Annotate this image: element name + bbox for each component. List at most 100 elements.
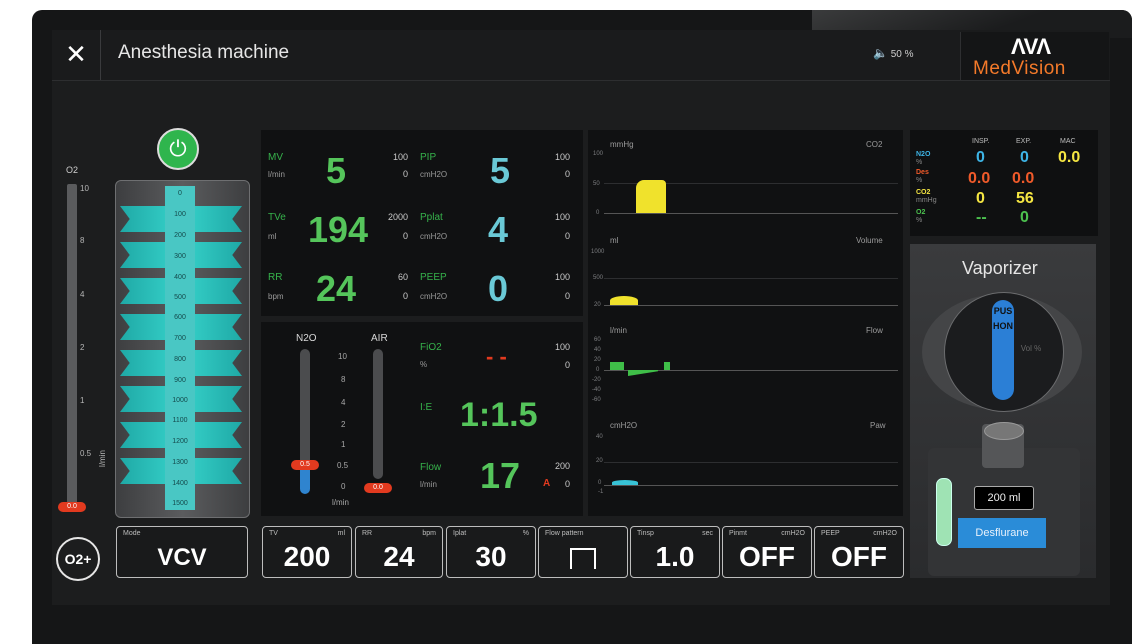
setting-iplat[interactable]: Iplat % 30 (446, 526, 536, 578)
setting-tinsp[interactable]: Tinsp sec 1.0 (630, 526, 720, 578)
fio2-value: - - (486, 344, 507, 369)
setting-flow-pattern[interactable]: Flow pattern (538, 526, 628, 578)
bellows-tick: 300 (174, 253, 186, 260)
page-title: Anesthesia machine (118, 42, 290, 63)
peep-high: 100 (554, 272, 570, 282)
setting-tv[interactable]: TV ml 200 (262, 526, 352, 578)
setting-mode[interactable]: Mode VCV (116, 526, 248, 578)
bellows-tick: 400 (174, 274, 186, 281)
pplat-low: 0 (564, 231, 570, 241)
paw-tick: 40 (596, 434, 603, 440)
volume-tick: 20 (594, 302, 601, 308)
flow-alarm-icon: A (543, 478, 551, 489)
mv-value: 5 (326, 150, 347, 191)
setting-peep[interactable]: PEEP cmH2O OFF (814, 526, 904, 578)
flow-wave-tick: 60 (594, 337, 601, 343)
o2-flow-slider[interactable] (67, 184, 77, 506)
push-on-button[interactable]: PUSHON (992, 300, 1014, 400)
setting-pinmt[interactable]: Pinmt cmH2O OFF (722, 526, 812, 578)
flow-wave-tick: -60 (592, 397, 601, 403)
bellows-tick: 0 (178, 190, 182, 197)
close-button[interactable]: ✕ (52, 30, 101, 80)
flow-wave-tick: -20 (592, 377, 601, 383)
setting-value: VCV (157, 544, 207, 571)
pplat-label: Pplat (420, 212, 443, 223)
bellows-tick: 700 (174, 335, 186, 342)
pip-label: PIP (420, 152, 437, 163)
volume-tick: 1000 (591, 249, 605, 255)
power-icon: ⏻ (169, 136, 187, 161)
bellows-tick: 100 (174, 211, 186, 218)
flow-wave-title: Flow (866, 326, 883, 335)
fio2-unit: % (420, 360, 428, 369)
paw-baseline (604, 485, 898, 486)
gas-header-mac: MAC (1060, 138, 1076, 145)
pplat-high: 100 (554, 212, 570, 222)
o2-flush-button[interactable]: O2+ (56, 537, 100, 581)
logo-text: MedVision (973, 58, 1066, 79)
o2-tick: 0.5 (80, 449, 92, 458)
bellows-tick: 1000 (172, 397, 188, 404)
tve-low: 0 (402, 231, 408, 241)
peep-low: 0 (564, 291, 570, 301)
bellows-tick: 800 (174, 356, 186, 363)
pip-high: 100 (554, 152, 570, 162)
o2-tick: 4 (80, 290, 85, 299)
bellows-tick: 900 (174, 377, 186, 384)
rr-high: 60 (397, 272, 408, 282)
co2-title: CO2 (866, 140, 883, 149)
level-tube (936, 478, 952, 546)
n2o-exp: 0 (1020, 149, 1029, 166)
o2-exp: 0 (1020, 209, 1029, 226)
flow-label: Flow (420, 462, 442, 473)
o2-flow-value[interactable]: 0.0 (58, 502, 86, 512)
volume-value: 50 % (890, 49, 914, 60)
setting-value: OFF (739, 541, 795, 572)
o2-insp: -- (976, 209, 987, 226)
volume-waveform (610, 296, 638, 305)
rr-label: RR (268, 272, 283, 283)
n2o-flow-value[interactable]: 0.5 (291, 460, 319, 470)
n2o-flow-fill (300, 466, 310, 494)
pip-unit: cmH2O (420, 170, 448, 179)
setting-name: Iplat (453, 530, 467, 537)
flow-wave-tick: -40 (592, 387, 601, 393)
close-icon: ✕ (65, 39, 87, 69)
co2-waveform (636, 180, 666, 213)
pplat-value: 4 (488, 209, 509, 250)
volume-control[interactable]: 🔈 50 % (873, 46, 914, 60)
setting-unit: sec (702, 530, 713, 537)
paw-unit: cmH2O (610, 421, 638, 430)
power-button[interactable]: ⏻ (157, 128, 199, 170)
o2-unit: l/min (97, 450, 107, 467)
co2-insp: 0 (976, 190, 985, 207)
bellows-tick: 1300 (172, 459, 188, 466)
tve-value: 194 (308, 209, 369, 250)
rr-unit: bpm (268, 292, 284, 301)
setting-unit: cmH2O (781, 530, 805, 537)
air-flow-slider[interactable] (373, 349, 383, 479)
volume-title: Volume (856, 236, 883, 245)
air-flow-value[interactable]: 0.0 (364, 483, 392, 493)
ie-label: I:E (420, 402, 433, 413)
flow-tick: 1 (341, 440, 346, 449)
o2-scale: 10 8 4 2 1 0.5 0 l/min (80, 184, 110, 511)
bellows-tick: 1400 (172, 480, 188, 487)
ie-value: 1:1.5 (460, 396, 538, 434)
paw-title: Paw (870, 421, 886, 430)
setting-rr[interactable]: RR bpm 24 (355, 526, 443, 578)
o2-tick: 10 (80, 184, 89, 193)
bellows-tick: 200 (174, 232, 186, 239)
mv-high: 100 (392, 152, 408, 162)
tve-high: 2000 (387, 212, 408, 222)
flow-tick: 2 (341, 420, 346, 429)
o2-label: O2 (66, 165, 79, 175)
speaker-icon: 🔈 (873, 46, 888, 60)
tve-unit: ml (268, 232, 277, 241)
setting-value: 1.0 (655, 541, 695, 572)
o2-tick: 1 (80, 396, 85, 405)
o2-gas-unit: % (916, 217, 923, 224)
bellows-tick: 1100 (172, 417, 188, 424)
setting-unit: ml (337, 530, 345, 537)
agent-select-button[interactable]: Desflurane (958, 518, 1046, 548)
